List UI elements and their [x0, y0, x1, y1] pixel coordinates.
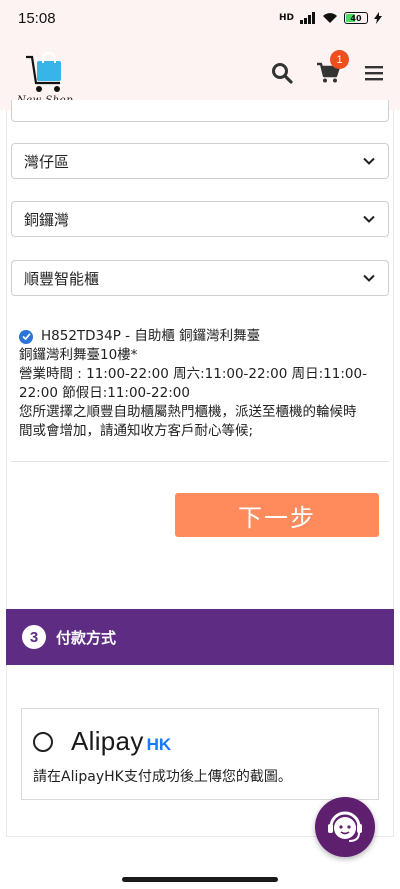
status-time: 15:08 — [18, 9, 56, 27]
chevron-down-icon — [363, 157, 375, 165]
alipay-logo-text: Alipay — [71, 726, 144, 756]
payment-section-header: 3 付款方式 — [6, 609, 394, 665]
charging-icon — [374, 12, 382, 24]
payment-method-description: 請在AlipayHK支付成功後上傳您的截圖。 — [33, 769, 292, 785]
locker-notice-line-2: 間或會增加，請通知收方客戶耐心等候; — [19, 423, 254, 439]
wifi-icon — [323, 13, 337, 23]
status-icons: HD 40 — [279, 12, 382, 24]
search-button[interactable] — [270, 61, 294, 85]
header-actions: 1 — [270, 50, 386, 85]
divider — [11, 461, 389, 462]
locker-notice-line-1: 您所選擇之順豐自助櫃屬熱門櫃機，派送至櫃機的輪候時 — [19, 404, 357, 420]
payment-radio[interactable] — [33, 732, 53, 752]
customer-support-button[interactable] — [315, 797, 375, 857]
alipay-hk-suffix: HK — [146, 735, 172, 754]
chevron-down-icon — [363, 215, 375, 223]
cart-button[interactable]: 1 — [316, 50, 349, 85]
locker-code: H852TD34P - 自助櫃 銅鑼灣利舞臺 — [41, 328, 261, 344]
battery-level: 40 — [350, 13, 362, 23]
search-icon — [272, 63, 293, 84]
area-select-value: 銅鑼灣 — [24, 210, 70, 229]
battery-icon: 40 — [344, 12, 368, 24]
locker-type-select-value: 順豐智能櫃 — [24, 269, 100, 288]
previous-select[interactable] — [11, 100, 389, 122]
home-indicator[interactable] — [122, 877, 278, 882]
cart-count-badge: 1 — [330, 50, 349, 69]
locker-option[interactable]: H852TD34P - 自助櫃 銅鑼灣利舞臺 銅鑼灣利舞臺10樓* 營業時間 :… — [19, 327, 381, 441]
alipayhk-logo: Alipay HK — [71, 726, 171, 757]
locker-hours-line-1: 營業時間 : 11:00-22:00 周六:11:00-22:00 周日:11:… — [19, 366, 367, 382]
area-select[interactable]: 銅鑼灣 — [11, 201, 389, 237]
support-agent-icon — [328, 811, 362, 842]
menu-button[interactable] — [362, 61, 386, 85]
menu-icon — [365, 66, 383, 81]
shopping-bag-cart-icon — [26, 52, 61, 92]
radio-checked-icon[interactable] — [19, 329, 33, 344]
signal-icon — [300, 12, 315, 24]
locker-type-select[interactable]: 順豐智能櫃 — [11, 260, 389, 296]
status-bar: 15:08 HD 40 — [0, 0, 400, 36]
locker-hours-line-2: 22:00 節假日:11:00-22:00 — [19, 385, 190, 401]
district-select-value: 灣仔區 — [24, 152, 70, 171]
network-label: HD — [278, 13, 294, 23]
next-step-button[interactable]: 下一步 — [175, 493, 379, 537]
district-select[interactable]: 灣仔區 — [11, 143, 389, 179]
site-header: New Shop 1 — [0, 36, 400, 110]
payment-method-alipayhk[interactable]: Alipay HK 請在AlipayHK支付成功後上傳您的截圖。 — [21, 708, 379, 800]
shop-logo[interactable]: New Shop — [14, 40, 76, 106]
payment-section-title: 付款方式 — [56, 628, 117, 647]
step-number-badge: 3 — [22, 625, 46, 649]
chevron-down-icon — [363, 274, 375, 282]
locker-address: 銅鑼灣利舞臺10樓* — [19, 347, 138, 363]
locker-option-head: H852TD34P - 自助櫃 銅鑼灣利舞臺 — [19, 327, 381, 346]
